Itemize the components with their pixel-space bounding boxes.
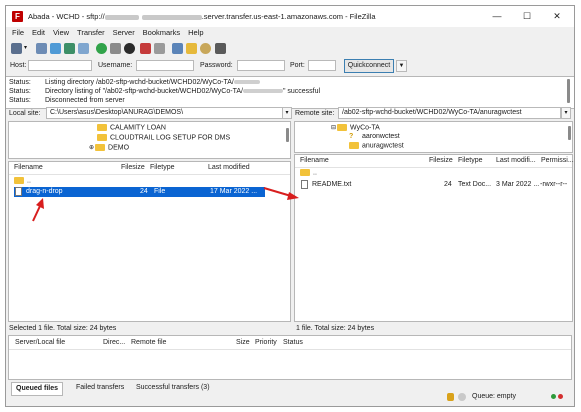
annotation-arrow-up	[32, 198, 44, 222]
annotation-layer	[32, 187, 299, 222]
annotation-arrow-right	[263, 187, 299, 200]
